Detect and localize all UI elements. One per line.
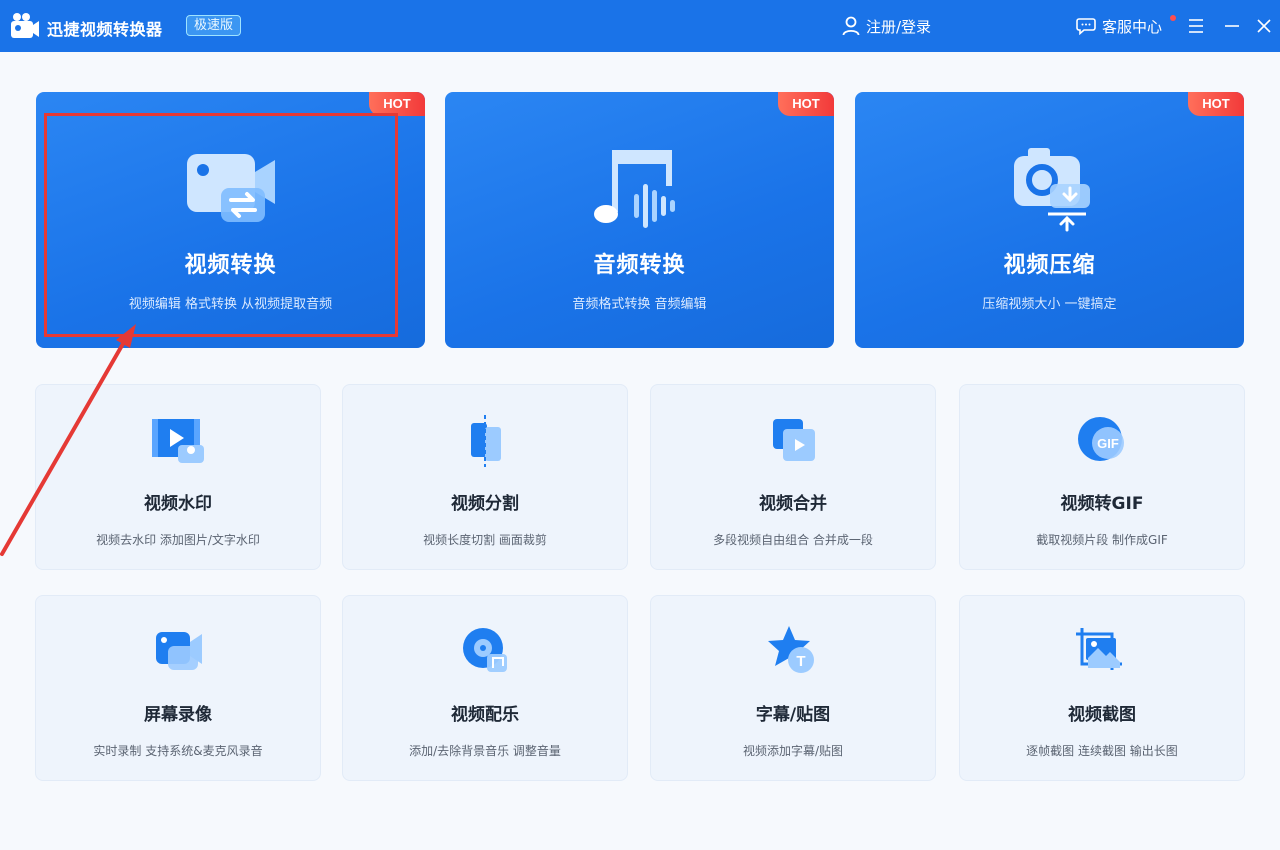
music-card[interactable]: 视频配乐 添加/去除背景音乐 调整音量	[342, 595, 628, 781]
card-desc: 逐帧截图 连续截图 输出长图	[1026, 744, 1178, 758]
video-convert-card[interactable]: HOT 视频转换 视频编辑 格式转换 从视频提取音频	[36, 92, 425, 348]
notification-dot	[1170, 15, 1176, 21]
hot-badge: HOT	[778, 92, 834, 116]
hot-badge: HOT	[369, 92, 425, 116]
card-desc: 压缩视频大小 一键搞定	[982, 297, 1117, 312]
subtitle-icon-text: T	[796, 653, 805, 670]
audio-convert-card[interactable]: HOT 音频转换 音频格式转换 音频编辑	[445, 92, 834, 348]
card-title: 视频转换	[184, 253, 277, 278]
video-convert-icon	[186, 154, 275, 222]
main-content: HOT 视频转换 视频编辑 格式转换 从视频提取音频 HOT 音频转换 音频格式…	[0, 52, 1280, 850]
title-bar: 迅捷视频转换器 极速版 注册/登录 客服中心	[0, 0, 1280, 52]
audio-convert-icon	[593, 150, 675, 228]
chat-icon	[1076, 18, 1096, 35]
card-title: 视频压缩	[1003, 253, 1096, 278]
music-icon	[463, 628, 507, 672]
merge-icon	[773, 419, 815, 461]
subtitle-card[interactable]: T 字幕/贴图 视频添加字幕/贴图	[650, 595, 936, 781]
card-desc: 视频添加字幕/贴图	[742, 744, 844, 758]
card-desc: 截取视频片段 制作成GIF	[1036, 533, 1168, 547]
watermark-icon	[152, 419, 204, 463]
card-title: 音频转换	[593, 253, 686, 278]
card-desc: 视频编辑 格式转换 从视频提取音频	[128, 297, 333, 312]
login-label: 注册/登录	[866, 17, 932, 36]
card-desc: 视频去水印 添加图片/文字水印	[96, 533, 260, 547]
user-icon	[842, 16, 860, 36]
card-title: 视频配乐	[451, 705, 519, 725]
video-compress-icon	[1013, 148, 1090, 232]
screen-record-icon	[156, 632, 202, 670]
app-logo-icon	[11, 13, 39, 38]
screenshot-card[interactable]: 视频截图 逐帧截图 连续截图 输出长图	[959, 595, 1245, 781]
subtitle-icon: T	[768, 626, 814, 673]
watermark-card[interactable]: 视频水印 视频去水印 添加图片/文字水印	[35, 384, 321, 570]
screen-record-card[interactable]: 屏幕录像 实时录制 支持系统&麦克风录音	[35, 595, 321, 781]
menu-icon[interactable]	[1186, 16, 1206, 36]
gif-card[interactable]: GIF 视频转GIF 截取视频片段 制作成GIF	[959, 384, 1245, 570]
card-desc: 视频长度切割 画面裁剪	[423, 533, 547, 547]
split-card[interactable]: 视频分割 视频长度切割 画面裁剪	[342, 384, 628, 570]
video-compress-card[interactable]: HOT 视频压缩 压缩视频大小 一键搞定	[855, 92, 1244, 348]
close-icon[interactable]	[1254, 16, 1274, 36]
gif-icon: GIF	[1078, 417, 1124, 461]
card-title: 视频分割	[451, 494, 519, 514]
card-desc: 添加/去除背景音乐 调整音量	[409, 744, 561, 758]
card-title: 字幕/贴图	[755, 705, 831, 725]
split-icon	[471, 415, 501, 467]
login-button[interactable]: 注册/登录	[842, 14, 931, 38]
card-title: 视频合并	[759, 494, 827, 514]
card-title: 屏幕录像	[144, 705, 212, 725]
card-title: 视频截图	[1068, 705, 1136, 725]
minimize-icon[interactable]	[1222, 16, 1242, 36]
card-title: 视频水印	[144, 494, 212, 514]
hot-badge: HOT	[1188, 92, 1244, 116]
screenshot-icon	[1076, 628, 1122, 670]
gif-icon-text: GIF	[1097, 436, 1119, 451]
edition-badge: 极速版	[186, 15, 242, 36]
customer-service-button[interactable]: 客服中心	[1076, 14, 1176, 38]
card-desc: 多段视频自由组合 合并成一段	[713, 533, 873, 547]
card-title: 视频转GIF	[1060, 494, 1144, 514]
card-desc: 音频格式转换 音频编辑	[572, 297, 707, 312]
service-label: 客服中心	[1102, 17, 1163, 36]
merge-card[interactable]: 视频合并 多段视频自由组合 合并成一段	[650, 384, 936, 570]
app-title: 迅捷视频转换器	[47, 20, 163, 39]
card-desc: 实时录制 支持系统&麦克风录音	[93, 744, 263, 758]
